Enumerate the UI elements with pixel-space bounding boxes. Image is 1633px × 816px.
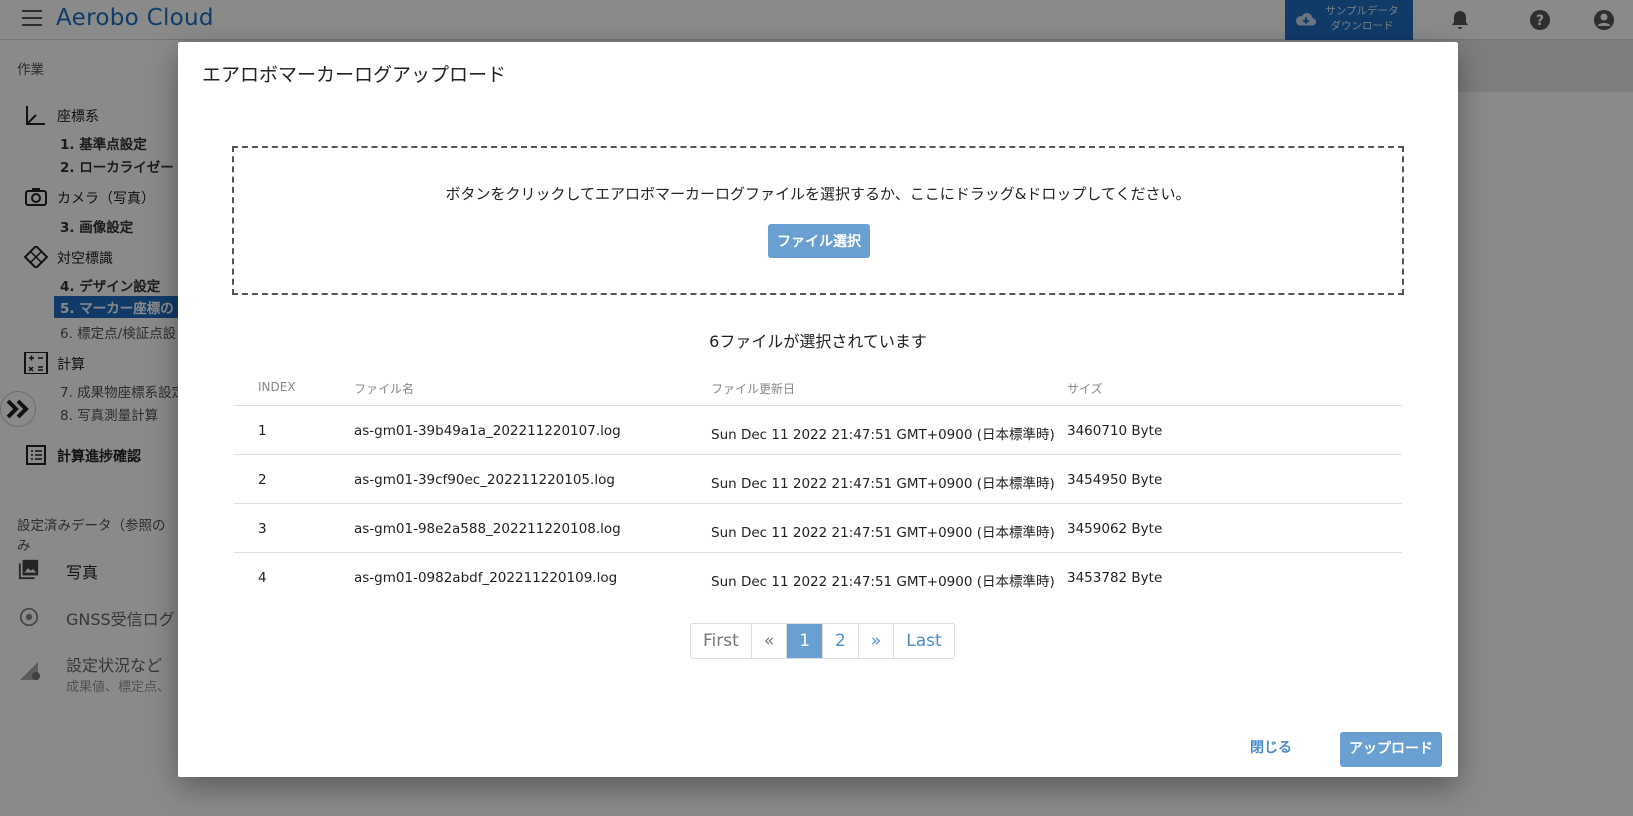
dialog-title: エアロボマーカーログアップロード bbox=[202, 64, 507, 86]
select-file-button[interactable]: ファイル選択 bbox=[768, 224, 870, 258]
cell-filename: as-gm01-98e2a588_202211220108.log bbox=[354, 521, 621, 537]
cell-size: 3453782 Byte bbox=[1067, 570, 1163, 586]
file-table: INDEX ファイル名 ファイル更新日 サイズ 1 as-gm01-39b49a… bbox=[234, 364, 1402, 602]
cell-index: 1 bbox=[258, 423, 267, 439]
cell-filename: as-gm01-0982abdf_202211220109.log bbox=[354, 570, 618, 586]
cell-size: 3460710 Byte bbox=[1067, 423, 1163, 439]
page-first[interactable]: First bbox=[691, 624, 752, 658]
cell-modified: Sun Dec 11 2022 21:47:51 GMT+0900 (日本標準時… bbox=[711, 427, 1055, 443]
cell-modified: Sun Dec 11 2022 21:47:51 GMT+0900 (日本標準時… bbox=[711, 574, 1055, 590]
cell-size: 3454950 Byte bbox=[1067, 472, 1163, 488]
page-last[interactable]: Last bbox=[894, 624, 953, 658]
cell-size: 3459062 Byte bbox=[1067, 521, 1163, 537]
cell-filename: as-gm01-39b49a1a_202211220107.log bbox=[354, 423, 621, 439]
column-header-index: INDEX bbox=[258, 380, 296, 394]
table-row: 4 as-gm01-0982abdf_202211220109.log Sun … bbox=[234, 553, 1402, 602]
page-prev[interactable]: « bbox=[752, 624, 788, 658]
cell-index: 2 bbox=[258, 472, 267, 488]
close-button[interactable]: 閉じる bbox=[1250, 737, 1292, 757]
cell-index: 4 bbox=[258, 570, 267, 586]
upload-dialog: エアロボマーカーログアップロード ボタンをクリックしてエアロボマーカーログファイ… bbox=[178, 42, 1458, 777]
upload-button[interactable]: アップロード bbox=[1340, 732, 1442, 767]
cell-index: 3 bbox=[258, 521, 267, 537]
file-drop-zone[interactable]: ボタンをクリックしてエアロボマーカーログファイルを選択するか、ここにドラッグ&ド… bbox=[232, 146, 1404, 295]
column-header-size: サイズ bbox=[1067, 382, 1103, 396]
table-row: 2 as-gm01-39cf90ec_202211220105.log Sun … bbox=[234, 455, 1402, 504]
selected-count: 6ファイルが選択されています bbox=[709, 332, 927, 351]
page-1[interactable]: 1 bbox=[787, 624, 824, 658]
table-row: 1 as-gm01-39b49a1a_202211220107.log Sun … bbox=[234, 406, 1402, 455]
cell-filename: as-gm01-39cf90ec_202211220105.log bbox=[354, 472, 615, 488]
column-header-filename: ファイル名 bbox=[354, 382, 415, 396]
pagination: First « 1 2 » Last bbox=[690, 623, 955, 659]
cell-modified: Sun Dec 11 2022 21:47:51 GMT+0900 (日本標準時… bbox=[711, 525, 1055, 541]
table-row: 3 as-gm01-98e2a588_202211220108.log Sun … bbox=[234, 504, 1402, 553]
column-header-modified: ファイル更新日 bbox=[711, 382, 796, 396]
drop-message: ボタンをクリックしてエアロボマーカーログファイルを選択するか、ここにドラッグ&ド… bbox=[445, 185, 1191, 203]
page-2[interactable]: 2 bbox=[823, 624, 859, 658]
cell-modified: Sun Dec 11 2022 21:47:51 GMT+0900 (日本標準時… bbox=[711, 476, 1055, 492]
table-header: INDEX ファイル名 ファイル更新日 サイズ bbox=[234, 364, 1402, 406]
page-next[interactable]: » bbox=[859, 624, 895, 658]
